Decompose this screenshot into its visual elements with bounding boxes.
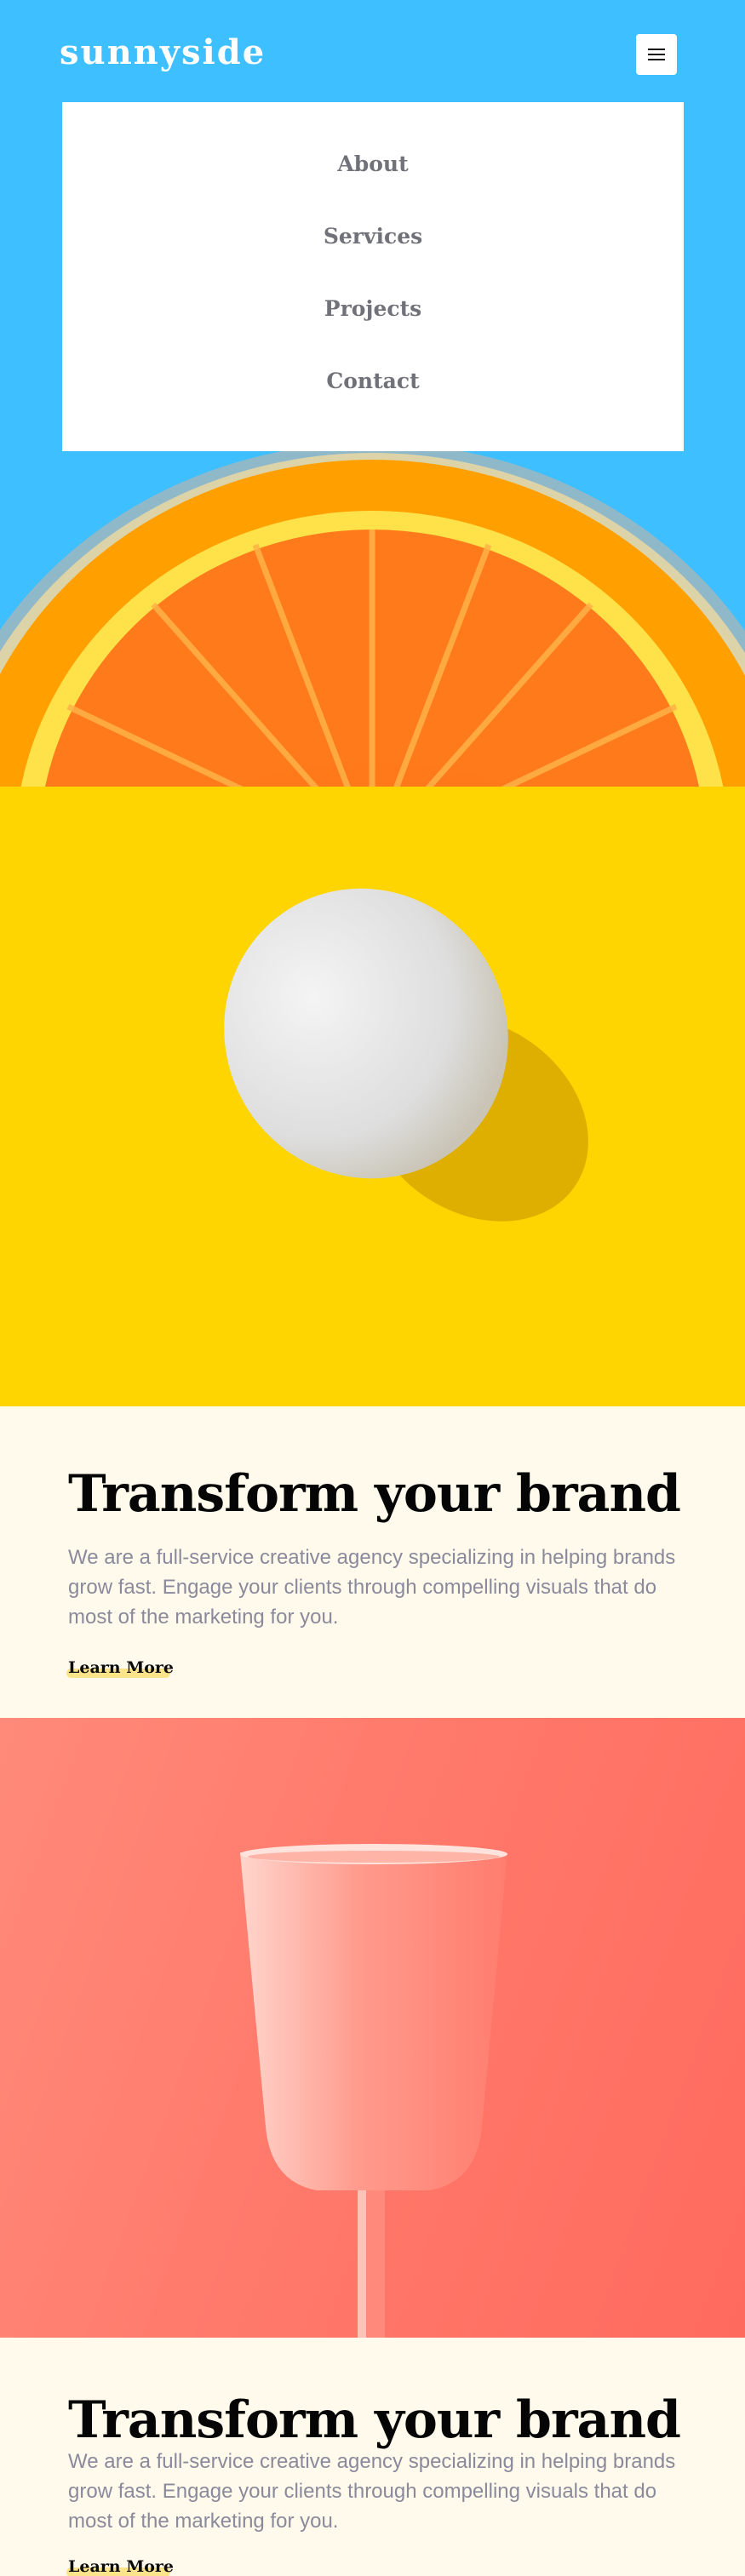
nav-item-about[interactable]: About <box>62 152 684 176</box>
transform-section-2: Transform your brand We are a full-servi… <box>0 2338 745 2576</box>
nav-item-services[interactable]: Services <box>62 224 684 249</box>
nav-item-contact[interactable]: Contact <box>62 369 684 393</box>
menu-button[interactable] <box>636 34 677 75</box>
transform-section: Transform your brand We are a full-servi… <box>0 1406 745 1718</box>
section-title: Transform your brand <box>68 1464 681 1524</box>
hero-section: sunnyside About Services Projects Contac… <box>0 0 745 787</box>
mobile-nav-menu: About Services Projects Contact <box>62 102 684 451</box>
learn-more-link-2[interactable]: Learn More <box>68 2557 174 2576</box>
orange-image <box>0 451 745 787</box>
learn-more-link[interactable]: Learn More <box>68 1658 174 1677</box>
section-title-2: Transform your brand <box>68 2390 681 2450</box>
egg-image <box>0 787 745 1406</box>
cup-image <box>0 1718 745 2338</box>
hamburger-icon <box>648 49 665 60</box>
section-description: We are a full-service creative agency sp… <box>68 1546 676 1629</box>
section-description-2: We are a full-service creative agency sp… <box>68 2450 676 2533</box>
nav-item-projects[interactable]: Projects <box>62 296 684 321</box>
logo[interactable]: sunnyside <box>60 32 266 72</box>
